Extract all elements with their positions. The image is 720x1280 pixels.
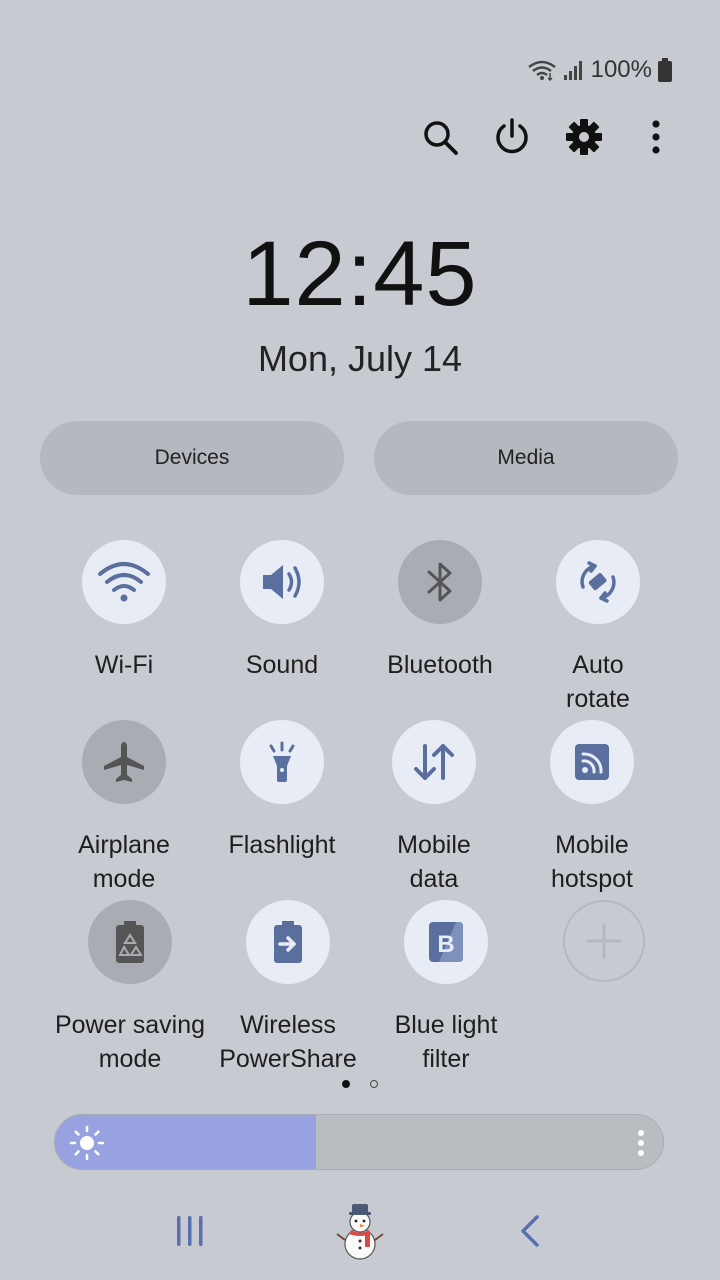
sun-icon <box>69 1125 105 1166</box>
tile-blue-light-filter[interactable]: B Blue light filter <box>366 900 526 1076</box>
flashlight-icon[interactable] <box>240 720 324 804</box>
add-icon[interactable] <box>563 900 645 982</box>
tile-mobile-hotspot-label: Mobile hotspot <box>550 831 633 893</box>
recent-apps-icon[interactable] <box>150 1196 230 1266</box>
mobile-data-icon[interactable] <box>392 720 476 804</box>
wireless-powershare-icon[interactable] <box>246 900 330 984</box>
tile-flashlight-label: Flashlight <box>228 831 336 859</box>
power-saving-icon[interactable] <box>88 900 172 984</box>
clock-time[interactable]: 12:45 <box>0 222 720 327</box>
tile-blue-light-filter-label: Blue light filter <box>394 1011 498 1073</box>
tile-mobile-data-label: Mobile data <box>397 831 471 893</box>
wifi-icon[interactable] <box>82 540 166 624</box>
tile-mobile-data[interactable]: Mobile data <box>354 720 514 896</box>
status-bar: 100% <box>527 56 672 84</box>
hotspot-icon[interactable] <box>550 720 634 804</box>
settings-icon[interactable] <box>559 112 609 162</box>
tile-add[interactable] <box>524 900 684 982</box>
blue-light-filter-icon[interactable]: B <box>404 900 488 984</box>
tile-wifi-label: Wi-Fi <box>94 651 154 679</box>
tile-mobile-hotspot[interactable]: Mobile hotspot <box>512 720 672 896</box>
tile-auto-rotate[interactable]: Auto rotate <box>518 540 678 716</box>
tile-wireless-powershare[interactable]: Wireless PowerShare <box>208 900 368 1076</box>
back-icon[interactable] <box>490 1196 570 1266</box>
home-icon[interactable] <box>320 1196 400 1266</box>
battery-percent: 100% <box>590 56 652 83</box>
search-icon[interactable] <box>415 112 465 162</box>
page-indicator-active[interactable] <box>342 1080 350 1088</box>
battery-icon <box>658 58 672 82</box>
tile-bluetooth[interactable]: Bluetooth <box>360 540 520 682</box>
media-button[interactable]: Media <box>374 421 678 495</box>
tile-airplane-mode[interactable]: Airplane mode <box>44 720 204 896</box>
devices-button[interactable]: Devices <box>40 421 344 495</box>
power-icon[interactable] <box>487 112 537 162</box>
tile-wifi[interactable]: Wi-Fi <box>44 540 204 682</box>
brightness-slider[interactable] <box>54 1114 664 1170</box>
brightness-more-icon[interactable] <box>637 1129 645 1162</box>
header-actions <box>410 112 680 162</box>
tile-sound[interactable]: Sound <box>202 540 362 682</box>
airplane-icon[interactable] <box>82 720 166 804</box>
page-indicator-inactive[interactable] <box>370 1080 378 1088</box>
bluetooth-icon[interactable] <box>398 540 482 624</box>
tile-auto-rotate-label: Auto rotate <box>566 651 630 713</box>
tile-bluetooth-label: Bluetooth <box>387 651 493 679</box>
auto-rotate-icon[interactable] <box>556 540 640 624</box>
clock-date[interactable]: Mon, July 14 <box>0 338 720 380</box>
tile-power-saving-mode[interactable]: Power saving mode <box>50 900 210 1076</box>
tile-flashlight[interactable]: Flashlight <box>202 720 362 862</box>
svg-text:B: B <box>437 931 454 958</box>
wifi-status-icon <box>527 59 557 81</box>
tile-wireless-powershare-label: Wireless PowerShare <box>219 1011 357 1073</box>
more-options-icon[interactable] <box>631 112 681 162</box>
tile-sound-label: Sound <box>245 651 319 679</box>
tile-power-saving-mode-label: Power saving mode <box>54 1011 206 1073</box>
signal-icon <box>563 59 585 81</box>
tile-airplane-mode-label: Airplane mode <box>78 831 170 893</box>
sound-icon[interactable] <box>240 540 324 624</box>
